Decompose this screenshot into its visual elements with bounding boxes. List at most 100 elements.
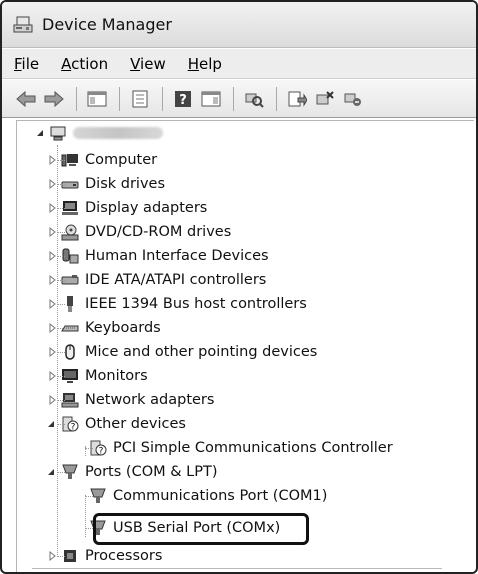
help-button[interactable]: ? bbox=[171, 87, 195, 111]
expand-arrow-icon[interactable] bbox=[47, 155, 57, 165]
collapse-arrow-icon[interactable] bbox=[46, 467, 56, 477]
svg-text:?: ? bbox=[179, 93, 187, 108]
expand-arrow-icon[interactable] bbox=[47, 299, 57, 309]
menu-view[interactable]: View bbox=[130, 55, 166, 73]
tree-item-pci-simple-communications-controller[interactable]: ? PCI Simple Communications Controller bbox=[85, 437, 393, 459]
tree-connector bbox=[57, 256, 65, 257]
tree-item-label: Other devices bbox=[85, 416, 186, 432]
disable-button[interactable] bbox=[341, 87, 365, 111]
update-driver-button[interactable] bbox=[285, 87, 309, 111]
tree-connector bbox=[85, 528, 93, 529]
tree-item-display-adapters[interactable]: Display adapters bbox=[49, 197, 208, 219]
tree-item-mice-pointing-devices[interactable]: Mice and other pointing devices bbox=[49, 341, 317, 363]
forward-icon bbox=[44, 90, 64, 107]
tree-item-other-devices[interactable]: ? Other devices bbox=[48, 413, 186, 435]
expand-arrow-icon[interactable] bbox=[47, 275, 57, 285]
expand-arrow-icon[interactable] bbox=[47, 371, 57, 381]
tree-item-label: Monitors bbox=[85, 368, 148, 384]
tree-connector bbox=[57, 208, 65, 209]
scan-hardware-icon bbox=[245, 93, 264, 108]
tree-item-label: Display adapters bbox=[85, 200, 208, 216]
menu-action[interactable]: Action bbox=[61, 55, 108, 73]
disable-icon bbox=[344, 93, 361, 106]
menu-help[interactable]: Help bbox=[188, 55, 222, 73]
tree-item-label: DVD/CD-ROM drives bbox=[85, 224, 232, 240]
tree-connector bbox=[57, 352, 65, 353]
menu-bar: File Action View Help bbox=[2, 49, 476, 79]
tree-item-ports-com-lpt[interactable]: Ports (COM & LPT) bbox=[48, 461, 218, 483]
tree-connector bbox=[57, 280, 65, 281]
tree-item-label: IEEE 1394 Bus host controllers bbox=[85, 296, 307, 312]
device-manager-icon bbox=[13, 16, 33, 32]
tree-connector bbox=[85, 495, 86, 537]
tree-connector bbox=[57, 472, 65, 473]
tree-item-ieee-1394-bus-host-controllers[interactable]: IEEE 1394 Bus host controllers bbox=[49, 293, 307, 315]
expand-arrow-icon[interactable] bbox=[47, 323, 57, 333]
action-pane-icon bbox=[201, 91, 221, 106]
toolbar-separator bbox=[233, 86, 234, 111]
tree-item-processors[interactable]: Processors bbox=[49, 545, 162, 567]
tree-connector bbox=[85, 448, 93, 449]
action-pane-button[interactable] bbox=[199, 87, 223, 111]
highlight-callout bbox=[93, 513, 309, 545]
tree-item-monitors[interactable]: Monitors bbox=[49, 365, 148, 387]
collapse-arrow-icon[interactable] bbox=[46, 419, 56, 429]
horizontal-scrollbar[interactable] bbox=[32, 568, 442, 572]
properties-icon bbox=[132, 90, 148, 107]
show-hide-tree-icon bbox=[87, 91, 107, 106]
tree-item-keyboards[interactable]: Keyboards bbox=[49, 317, 161, 339]
tree-item-label: Network adapters bbox=[85, 392, 215, 408]
tree-item-label: Human Interface Devices bbox=[85, 248, 269, 264]
toolbar-separator bbox=[276, 86, 277, 111]
tree-item-label: Keyboards bbox=[85, 320, 161, 336]
uninstall-icon bbox=[316, 90, 334, 104]
expand-arrow-icon[interactable] bbox=[47, 227, 57, 237]
tree-item-label: Computer bbox=[85, 152, 158, 168]
expand-arrow-icon[interactable] bbox=[47, 251, 57, 261]
title-bar[interactable]: Device Manager bbox=[2, 2, 476, 48]
back-icon bbox=[16, 90, 36, 107]
tree-connector bbox=[57, 232, 65, 233]
expand-arrow-icon[interactable] bbox=[47, 395, 57, 405]
tree-item-label: Communications Port (COM1) bbox=[113, 488, 328, 504]
tree-item-computer[interactable]: Computer bbox=[49, 149, 158, 171]
update-driver-icon bbox=[288, 91, 307, 107]
tree-connector bbox=[57, 304, 65, 305]
tree-connector bbox=[57, 556, 65, 557]
tree-item-label: PCI Simple Communications Controller bbox=[113, 440, 393, 456]
tree-item-label: IDE ATA/ATAPI controllers bbox=[85, 272, 267, 288]
back-button[interactable] bbox=[14, 87, 38, 111]
svg-text:?: ? bbox=[71, 423, 76, 433]
tree-connector bbox=[57, 328, 65, 329]
window-title: Device Manager bbox=[42, 15, 172, 34]
collapse-arrow-icon[interactable] bbox=[35, 128, 45, 138]
tree-connector bbox=[57, 400, 65, 401]
tree-item-label: Disk drives bbox=[85, 176, 166, 192]
tree-item-human-interface-devices[interactable]: Human Interface Devices bbox=[49, 245, 269, 267]
expand-arrow-icon[interactable] bbox=[47, 203, 57, 213]
device-manager-window: Device Manager File Action View Help ? C… bbox=[0, 0, 478, 574]
tree-connector bbox=[57, 424, 65, 425]
scan-hardware-button[interactable] bbox=[242, 87, 266, 111]
toolbar: ? bbox=[2, 80, 476, 118]
expand-arrow-icon[interactable] bbox=[47, 551, 57, 561]
expand-arrow-icon[interactable] bbox=[47, 347, 57, 357]
uninstall-button[interactable] bbox=[313, 87, 337, 111]
tree-root[interactable] bbox=[35, 122, 163, 144]
tree-item-network-adapters[interactable]: Network adapters bbox=[49, 389, 215, 411]
forward-button[interactable] bbox=[42, 87, 66, 111]
menu-file[interactable]: File bbox=[14, 55, 39, 73]
properties-button[interactable] bbox=[128, 87, 152, 111]
tree-item-communications-port-com1[interactable]: Communications Port (COM1) bbox=[85, 485, 328, 507]
tree-item-label: Ports (COM & LPT) bbox=[85, 464, 218, 480]
tree-item-dvd-cd-rom-drives[interactable]: DVD/CD-ROM drives bbox=[49, 221, 232, 243]
help-icon: ? bbox=[175, 90, 191, 108]
toolbar-separator bbox=[76, 86, 77, 111]
tree-item-ide-ata-atapi-controllers[interactable]: IDE ATA/ATAPI controllers bbox=[49, 269, 267, 291]
expand-arrow-icon[interactable] bbox=[47, 179, 57, 189]
show-hide-tree-button[interactable] bbox=[85, 87, 109, 111]
tree-item-disk-drives[interactable]: Disk drives bbox=[49, 173, 166, 195]
tree-connector bbox=[57, 145, 58, 555]
computer-root-icon bbox=[50, 126, 66, 141]
toolbar-separator bbox=[162, 86, 163, 111]
